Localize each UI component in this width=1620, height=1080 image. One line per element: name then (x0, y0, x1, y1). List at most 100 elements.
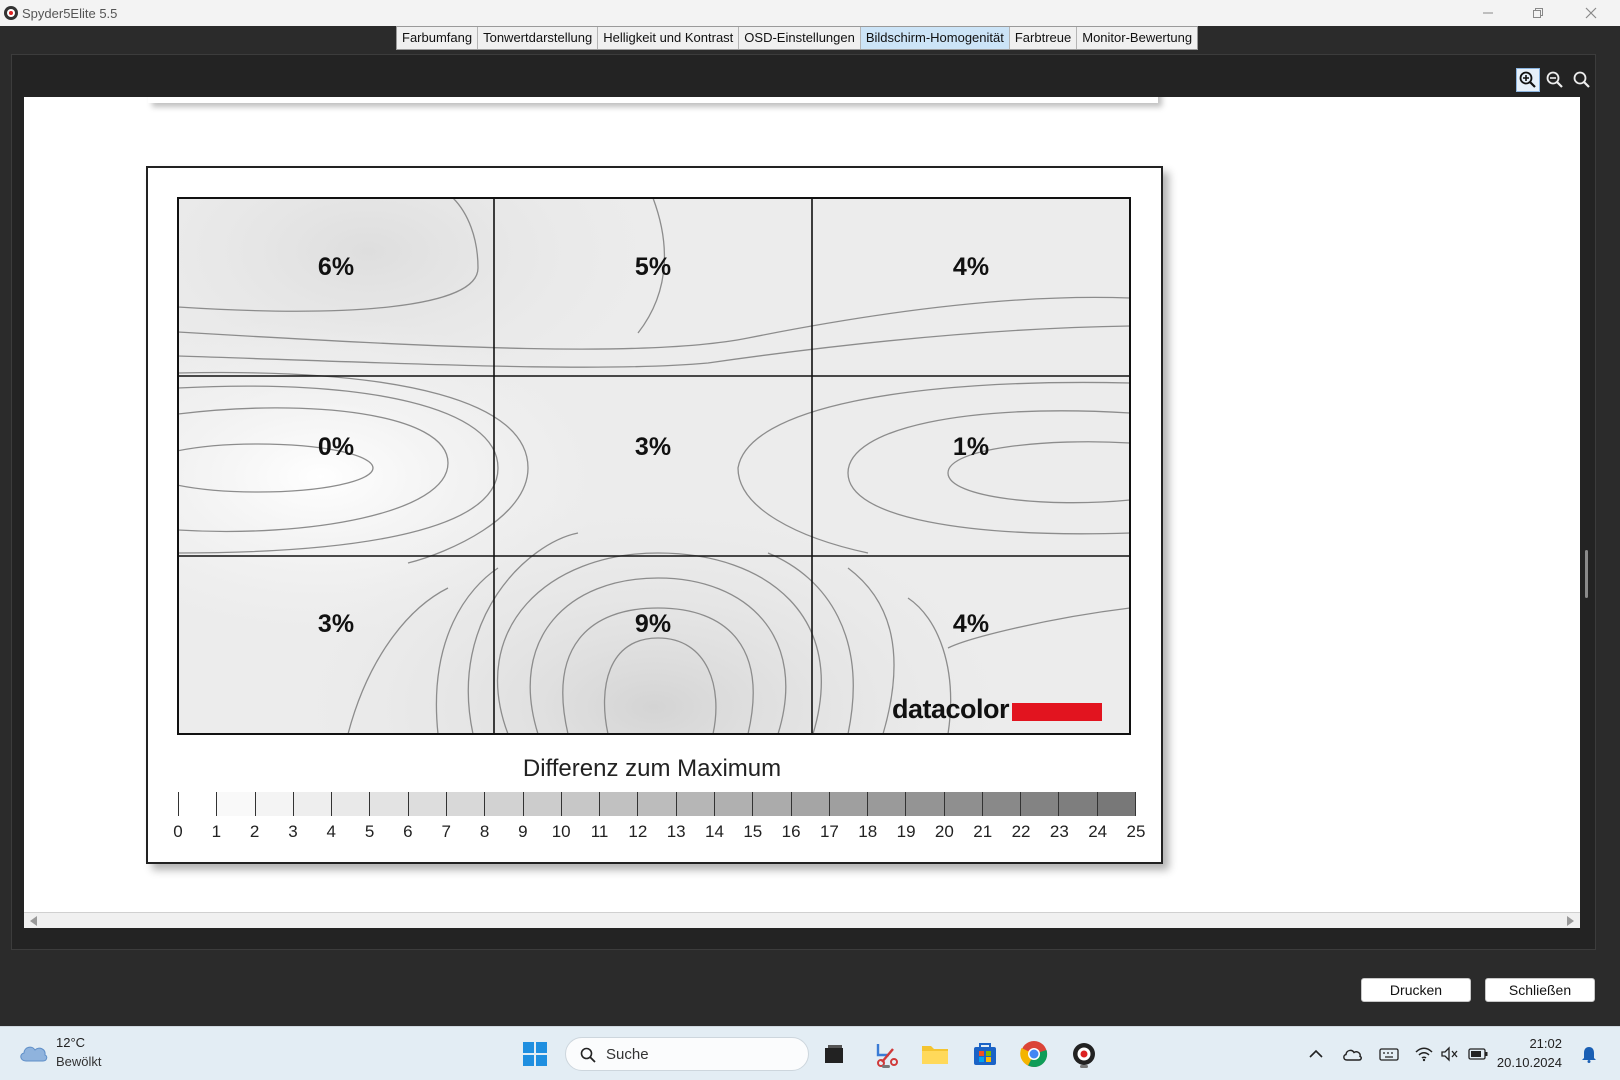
snipping-tool-icon (876, 1044, 898, 1067)
window-title: Spyder5Elite 5.5 (22, 6, 118, 21)
vertical-scrollbar[interactable] (1556, 97, 1580, 912)
tab-osd-einstellungen[interactable]: OSD-Einstellungen (739, 27, 861, 49)
legend-segment (790, 792, 829, 816)
zoom-in-button[interactable] (1516, 68, 1540, 92)
legend-segment (216, 792, 255, 816)
legend-tick-label: 20 (934, 822, 954, 841)
onedrive-tray[interactable] (1340, 1042, 1364, 1066)
task-view-button[interactable] (817, 1037, 851, 1071)
legend-segment (828, 792, 868, 816)
spyder-app[interactable] (1067, 1037, 1101, 1071)
cell-value: 3% (635, 433, 671, 461)
tab-helligkeit-und-kontrast[interactable]: Helligkeit und Kontrast (598, 27, 740, 49)
tab-tonwertdarstellung[interactable]: Tonwertdarstellung (478, 27, 599, 49)
volume-tray[interactable] (1438, 1042, 1462, 1066)
legend-tick-label: 24 (1088, 822, 1108, 841)
print-button[interactable]: Drucken (1361, 978, 1471, 1002)
legend-tick-label: 14 (705, 822, 724, 841)
legend-tick-label: 8 (479, 822, 490, 841)
running-indicator (1080, 1065, 1088, 1068)
tab-strip: Farbumfang Tonwertdarstellung Helligkeit… (396, 26, 1199, 50)
battery-tray[interactable] (1466, 1042, 1490, 1066)
legend-tick-label: 19 (896, 822, 916, 841)
legend-segment (1096, 792, 1137, 816)
legend-gradient-bar (178, 792, 1137, 816)
wifi-tray[interactable] (1412, 1042, 1436, 1066)
cell-value: 4% (953, 610, 989, 638)
onedrive-cloud-icon (1343, 1049, 1362, 1061)
cell-value: 9% (635, 610, 671, 638)
legend-segment (905, 792, 944, 816)
legend-segment (981, 792, 1021, 816)
chrome-icon (1020, 1041, 1048, 1068)
legend-tick-label: 17 (819, 822, 839, 841)
restore-button[interactable] (1513, 0, 1563, 26)
legend-tick-label: 2 (249, 822, 260, 841)
microsoft-store-app[interactable] (968, 1037, 1002, 1071)
bell-icon (1582, 1047, 1596, 1063)
legend-segment (292, 792, 332, 816)
store-icon (974, 1043, 996, 1065)
legend-tick-label: 1 (211, 822, 222, 841)
snipping-tool-app[interactable] (869, 1037, 903, 1071)
notifications-button[interactable] (1577, 1042, 1601, 1066)
show-hidden-icons-button[interactable] (1304, 1042, 1328, 1066)
running-indicator (882, 1065, 890, 1068)
datacolor-logo: datacolor (892, 694, 1103, 725)
vertical-scroll-thumb[interactable] (1585, 550, 1588, 598)
legend-tick-label: 15 (743, 822, 763, 841)
weather-description[interactable]: Bewölkt (56, 1054, 102, 1069)
legend-segment (1020, 792, 1059, 816)
zoom-fit-button[interactable] (1570, 68, 1594, 92)
tab-farbumfang[interactable]: Farbumfang (397, 27, 479, 49)
tab-bildschirm-homogenitaet[interactable]: Bildschirm-Homogenität (860, 27, 1010, 49)
windows-logo-icon (523, 1042, 547, 1066)
legend-tick-label: 0 (173, 822, 183, 841)
taskbar: 12°C Bewölkt Suche 21:02 20.10.2024 (0, 1026, 1620, 1080)
legend-segment (713, 792, 753, 816)
cell-value: 4% (953, 253, 989, 281)
legend-segment (445, 792, 485, 816)
legend-segment (560, 792, 600, 816)
search-icon (580, 1047, 596, 1063)
minimize-icon (1483, 12, 1493, 14)
zoom-out-button[interactable] (1543, 68, 1567, 92)
tab-farbtreue[interactable]: Farbtreue (1010, 27, 1078, 49)
zoom-out-icon (1546, 71, 1563, 88)
clock-date[interactable]: 20.10.2024 (1497, 1055, 1562, 1070)
legend-tick-label: 6 (403, 822, 413, 841)
scroll-left-icon[interactable] (30, 916, 38, 926)
scroll-right-icon[interactable] (1566, 916, 1574, 926)
spyder-app-icon (4, 6, 18, 20)
legend-tick-label: 16 (781, 822, 801, 841)
search-placeholder: Suche (606, 1046, 649, 1063)
legend-segment (867, 792, 906, 816)
close-button[interactable]: Schließen (1485, 978, 1595, 1002)
legend-segment (637, 792, 676, 816)
horizontal-scrollbar[interactable] (24, 912, 1580, 928)
cloud-icon[interactable] (18, 1041, 48, 1063)
legend-segment (943, 792, 982, 816)
minimize-button[interactable] (1463, 0, 1513, 26)
chrome-app[interactable] (1017, 1037, 1051, 1071)
weather-temperature[interactable]: 12°C (56, 1035, 85, 1050)
keyboard-tray[interactable] (1377, 1042, 1401, 1066)
legend-segment (331, 792, 370, 816)
tab-monitor-bewertung[interactable]: Monitor-Bewertung (1077, 27, 1197, 49)
close-window-button[interactable] (1566, 0, 1616, 26)
taskbar-search[interactable]: Suche (565, 1037, 809, 1071)
zoom-fit-icon (1573, 71, 1590, 88)
chevron-up-icon (1309, 1049, 1323, 1058)
legend-tick-label: 23 (1049, 822, 1069, 841)
legend-segment (522, 792, 561, 816)
wifi-icon (1415, 1047, 1433, 1062)
start-button[interactable] (518, 1037, 552, 1071)
keyboard-icon (1379, 1048, 1399, 1061)
clock-time[interactable]: 21:02 (1529, 1036, 1562, 1051)
homogeneity-report-card: 6% 5% 4% 0% 3% 1% 3% 9% 4% datacolor Dif… (146, 166, 1163, 864)
legend-tick-label: 5 (364, 822, 375, 841)
legend-tick-label: 12 (628, 822, 648, 841)
cell-value: 6% (318, 253, 354, 281)
file-explorer-app[interactable] (918, 1037, 952, 1071)
report-viewport[interactable]: 6% 5% 4% 0% 3% 1% 3% 9% 4% datacolor Dif… (24, 97, 1580, 915)
